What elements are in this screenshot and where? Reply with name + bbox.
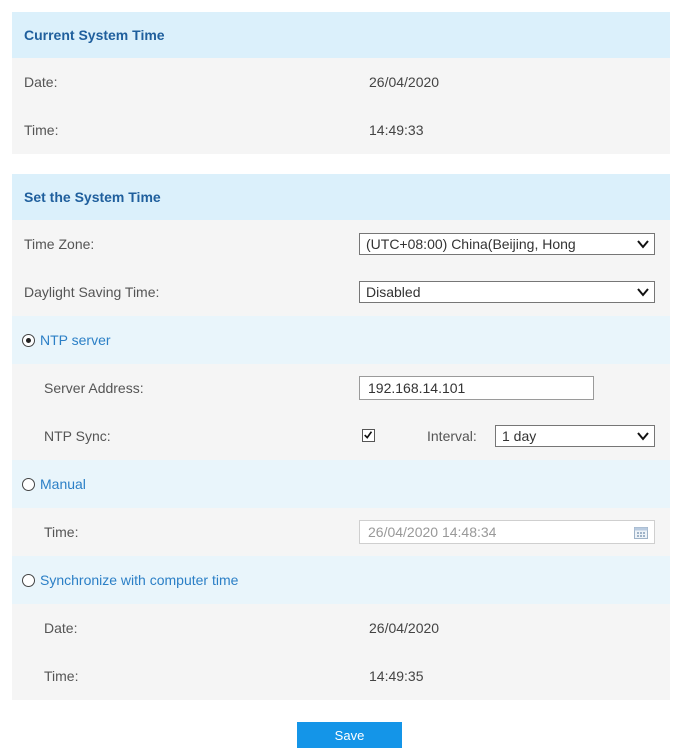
current-time-value: 14:49:33 — [369, 122, 424, 138]
current-time-panel: Current System Time Date: 26/04/2020 Tim… — [12, 12, 670, 154]
sync-time-row: Time: 14:49:35 — [12, 652, 670, 700]
current-time-header: Current System Time — [12, 12, 670, 58]
chevron-down-icon — [637, 240, 649, 249]
sync-date-label: Date: — [44, 620, 78, 636]
chevron-down-icon — [637, 288, 649, 297]
timezone-selected-value: (UTC+08:00) China(Beijing, Hong — [366, 236, 576, 252]
server-address-row: Server Address: 192.168.14.101 — [12, 364, 670, 412]
timezone-select[interactable]: (UTC+08:00) China(Beijing, Hong — [359, 233, 655, 255]
manual-radio[interactable]: Manual — [22, 476, 86, 492]
ntp-server-label: NTP server — [40, 332, 111, 348]
interval-selected-value: 1 day — [502, 428, 537, 444]
calendar-icon[interactable] — [634, 526, 648, 539]
sync-radio-button[interactable] — [22, 573, 35, 587]
ntp-sync-label: NTP Sync: — [44, 428, 111, 444]
dst-label: Daylight Saving Time: — [24, 284, 160, 300]
dst-select[interactable]: Disabled — [359, 281, 655, 303]
manual-radio-button[interactable] — [22, 477, 35, 491]
sync-time-label: Time: — [44, 668, 79, 684]
current-date-row: Date: 26/04/2020 — [12, 58, 670, 106]
current-time-row: Time: 14:49:33 — [12, 106, 670, 154]
manual-option-row: Manual — [12, 460, 670, 508]
interval-select[interactable]: 1 day — [495, 425, 655, 447]
server-address-label: Server Address: — [44, 380, 144, 396]
ntp-sync-row: NTP Sync: Interval: 1 day — [12, 412, 670, 460]
chevron-down-icon — [637, 432, 649, 441]
ntp-option-row: NTP server — [12, 316, 670, 364]
current-date-label: Date: — [24, 74, 58, 90]
dst-selected-value: Disabled — [366, 284, 421, 300]
checkmark-icon — [364, 431, 373, 439]
ntp-sync-checkbox[interactable] — [362, 429, 375, 442]
save-button[interactable]: Save — [297, 722, 402, 748]
ntp-server-radio[interactable]: NTP server — [22, 332, 111, 348]
timezone-row: Time Zone: (UTC+08:00) China(Beijing, Ho… — [12, 220, 670, 268]
server-address-input[interactable]: 192.168.14.101 — [359, 376, 594, 400]
sync-computer-radio[interactable]: Synchronize with computer time — [22, 572, 238, 588]
sync-date-row: Date: 26/04/2020 — [12, 604, 670, 652]
current-date-value: 26/04/2020 — [369, 74, 440, 90]
manual-time-value: 26/04/2020 14:48:34 — [368, 524, 497, 540]
dst-row: Daylight Saving Time: Disabled — [12, 268, 670, 316]
manual-time-row: Time: 26/04/2020 14:48:34 — [12, 508, 670, 556]
sync-computer-label: Synchronize with computer time — [40, 572, 239, 588]
sync-time-value: 14:49:35 — [369, 668, 424, 684]
sync-option-row: Synchronize with computer time — [12, 556, 670, 604]
manual-time-label: Time: — [44, 524, 79, 540]
ntp-radio-button[interactable] — [22, 333, 35, 347]
set-time-panel: Set the System Time Time Zone: (UTC+08:0… — [12, 174, 670, 700]
interval-label: Interval: — [427, 428, 477, 444]
sync-date-value: 26/04/2020 — [369, 620, 440, 636]
manual-time-input[interactable]: 26/04/2020 14:48:34 — [359, 520, 655, 544]
manual-label: Manual — [40, 476, 86, 492]
current-time-label: Time: — [24, 122, 59, 138]
timezone-label: Time Zone: — [24, 236, 95, 252]
server-address-value: 192.168.14.101 — [368, 380, 466, 396]
set-time-header: Set the System Time — [12, 174, 670, 220]
